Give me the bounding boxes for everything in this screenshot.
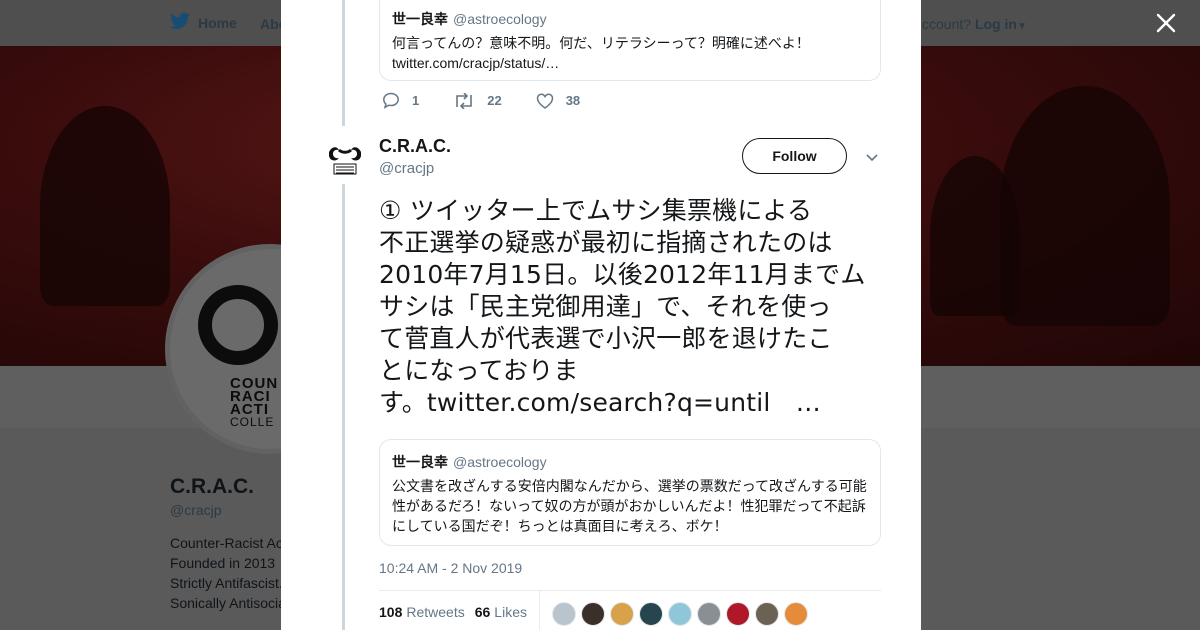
quoted-tweet[interactable]: 世一良幸 @astroecology 公文書を改ざんする安倍内閣なんだから、選挙… <box>379 439 881 546</box>
quoted-tweet[interactable]: 世一良幸 @astroecology 何言ってんの？意味不明。何だ、リテラシーっ… <box>379 0 881 81</box>
tweet-text: ① ツイッター上でムサシ集票機による 不正選挙の疑惑が最初に指摘されたのは 20… <box>379 196 866 417</box>
profile-handle: @cracjp <box>170 502 222 518</box>
login-link[interactable]: Log in <box>975 16 1017 32</box>
more-options-button[interactable] <box>865 150 879 164</box>
home-link[interactable]: Home <box>170 12 237 33</box>
likes-count: 66 <box>474 604 491 620</box>
retweets-stat[interactable]: 108 Retweets <box>379 604 465 620</box>
liker-avatar[interactable] <box>726 602 750 626</box>
liker-avatar[interactable] <box>610 602 634 626</box>
liker-avatars <box>552 602 808 626</box>
quoted-author-name: 世一良幸 <box>392 454 448 470</box>
follow-button[interactable]: Follow <box>742 138 847 174</box>
quoted-author-handle: @astroecology <box>453 11 547 27</box>
liker-avatar[interactable] <box>697 602 721 626</box>
author-handle[interactable]: @cracjp <box>379 160 434 177</box>
quoted-tweet-text: 公文書を改ざんする安倍内閣なんだから、選挙の票数だって改ざんする可能 性があるだ… <box>392 478 867 534</box>
tweet-actions: 1 22 38 <box>382 92 614 109</box>
retweets-label: Retweets <box>406 604 465 620</box>
author-name[interactable]: C.R.A.C. <box>379 136 451 157</box>
author-avatar[interactable] <box>325 138 365 178</box>
reply-button[interactable]: 1 <box>382 92 419 109</box>
close-icon <box>1156 7 1176 40</box>
divider <box>539 591 540 630</box>
tweet-stats: 108 Retweets 66 Likes <box>379 604 527 620</box>
thread-line <box>342 0 345 126</box>
profile-name: C.R.A.C. <box>170 475 254 498</box>
liker-avatar[interactable] <box>639 602 663 626</box>
quoted-tweet-text: 何言ってんの？意味不明。何だ、リテラシーって？明確に述べよ！ twitter.c… <box>392 35 810 71</box>
likes-label: Likes <box>494 604 527 620</box>
twitter-bird-icon <box>170 12 190 33</box>
tweet-modal: 世一良幸 @astroecology 何言ってんの？意味不明。何だ、リテラシーっ… <box>281 0 921 630</box>
tweet-timestamp[interactable]: 10:24 AM - 2 Nov 2019 <box>379 560 522 576</box>
home-label: Home <box>198 14 237 31</box>
chevron-down-icon <box>865 151 879 168</box>
like-count: 38 <box>565 93 581 108</box>
retweet-icon <box>453 92 475 109</box>
profile-bio: Counter-Racist Ac Founded in 2013 Strict… <box>170 535 286 611</box>
quoted-author-handle: @astroecology <box>453 454 547 470</box>
liker-avatar[interactable] <box>784 602 808 626</box>
liker-avatar[interactable] <box>552 602 576 626</box>
divider <box>379 590 881 591</box>
retweet-count: 22 <box>487 93 502 108</box>
account-text: ccount? <box>922 16 972 32</box>
avatar-logo-text: COUN RACI ACTI COLLE <box>230 375 279 429</box>
liker-avatar[interactable] <box>581 602 605 626</box>
caret-down-icon: ▼ <box>1016 21 1027 32</box>
likes-stat[interactable]: 66 Likes <box>475 604 527 620</box>
retweets-count: 108 <box>379 604 403 620</box>
reply-count: 1 <box>412 93 420 108</box>
reply-icon <box>382 92 400 109</box>
account-prompt: ccount? Log in▼ <box>922 16 1027 32</box>
thread-line <box>342 184 345 630</box>
close-modal-button[interactable] <box>1150 8 1182 40</box>
heart-icon <box>536 93 554 109</box>
quoted-author-name: 世一良幸 <box>392 11 448 27</box>
liker-avatar[interactable] <box>755 602 779 626</box>
like-button[interactable]: 38 <box>536 93 580 109</box>
liker-avatar[interactable] <box>668 602 692 626</box>
retweet-button[interactable]: 22 <box>453 92 502 109</box>
